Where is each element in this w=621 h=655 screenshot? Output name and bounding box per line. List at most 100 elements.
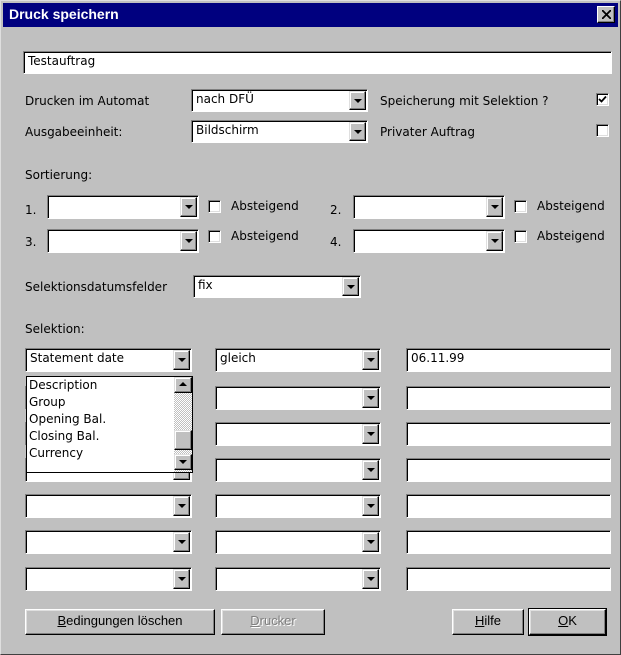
dropdown-arrow-icon[interactable] (342, 277, 359, 296)
selection-value-input[interactable] (406, 458, 611, 482)
speicherung-mit-selektion-checkbox[interactable] (596, 93, 609, 106)
selection-operator-select[interactable] (215, 567, 381, 591)
help-button[interactable]: Hilfe (452, 609, 524, 635)
close-icon (602, 10, 611, 19)
selection-operator-select[interactable] (215, 530, 381, 554)
dropdown-arrow-icon[interactable] (349, 122, 366, 141)
selection-operator-select[interactable]: gleich (215, 348, 381, 372)
selection-field-select[interactable] (25, 567, 192, 591)
sort-number-4: 4. (330, 235, 342, 249)
sortierung-label: Sortierung: (25, 168, 93, 182)
ausgabeeinheit-select[interactable]: Bildschirm (191, 120, 368, 143)
printer-accelerator: D (250, 613, 260, 628)
sort-field-2-value (353, 195, 505, 219)
dropdown-arrow-icon[interactable] (173, 496, 190, 516)
selection-field-value (25, 567, 192, 591)
ausgabeeinheit-label: Ausgabeeinheit: (25, 125, 123, 139)
dropdown-scrollbar[interactable] (174, 377, 192, 472)
dropdown-arrow-icon[interactable] (362, 350, 379, 370)
selection-value-input[interactable] (406, 494, 611, 518)
sort-4-descending-checkbox[interactable] (514, 230, 527, 243)
dropdown-arrow-icon[interactable] (362, 424, 379, 444)
dropdown-arrow-icon[interactable] (173, 532, 190, 552)
selection-value-input[interactable] (406, 422, 611, 446)
sort-1-descending-label: Absteigend (231, 199, 299, 213)
dropdown-arrow-icon[interactable] (180, 231, 197, 251)
selection-value-input[interactable]: 06.11.99 (406, 348, 611, 372)
selection-operator-value (215, 458, 381, 482)
scroll-thumb[interactable] (174, 430, 192, 450)
scroll-up-icon[interactable] (174, 377, 192, 393)
dropdown-arrow-icon[interactable] (362, 460, 379, 480)
dropdown-arrow-icon[interactable] (362, 532, 379, 552)
ok-button[interactable]: OK (528, 608, 607, 636)
clear-conditions-label: edingungen löschen (66, 613, 183, 628)
selection-field-select[interactable]: Statement date (25, 348, 192, 372)
sort-4-descending-label: Absteigend (537, 229, 605, 243)
sort-2-descending-label: Absteigend (537, 199, 605, 213)
selection-operator-select[interactable] (215, 458, 381, 482)
selection-field-select[interactable] (25, 494, 192, 518)
selection-operator-value: gleich (215, 348, 381, 372)
dropdown-option[interactable]: Group (27, 394, 171, 411)
dropdown-option[interactable]: Currency (27, 445, 171, 462)
selection-operator-value (215, 567, 381, 591)
scroll-down-icon[interactable] (174, 454, 192, 470)
help-label: ilfe (484, 613, 501, 628)
drucken-im-automat-select[interactable]: nach DFÜ (191, 89, 368, 112)
sort-2-descending-checkbox[interactable] (514, 200, 527, 213)
printer-label: rucker (259, 613, 296, 628)
sort-field-3-value (47, 229, 199, 253)
dropdown-arrow-icon[interactable] (486, 231, 503, 251)
sort-field-1-value (47, 195, 199, 219)
sort-field-3-select[interactable] (47, 229, 199, 253)
dialog-window: Druck speichern Testauftrag Drucken im A… (0, 0, 621, 655)
privater-auftrag-label: Privater Auftrag (380, 125, 476, 139)
dropdown-arrow-icon[interactable] (362, 496, 379, 516)
dropdown-arrow-icon[interactable] (362, 388, 379, 408)
job-name-input[interactable]: Testauftrag (23, 51, 612, 74)
selection-operator-select[interactable] (215, 386, 381, 410)
selection-operator-value (215, 386, 381, 410)
dropdown-option[interactable]: Closing Bal. (27, 428, 171, 445)
dropdown-arrow-icon[interactable] (173, 569, 190, 589)
selection-value-input[interactable] (406, 386, 611, 410)
privater-auftrag-checkbox[interactable] (596, 124, 609, 137)
ok-label: K (568, 613, 577, 628)
help-accelerator: H (474, 613, 485, 628)
dropdown-option[interactable]: Opening Bal. (27, 411, 171, 428)
selection-operator-select[interactable] (215, 494, 381, 518)
sort-field-2-select[interactable] (353, 195, 505, 219)
selection-field-value (25, 530, 192, 554)
sort-field-4-select[interactable] (353, 229, 505, 253)
ausgabeeinheit-value: Bildschirm (191, 120, 368, 143)
selection-value-input[interactable] (406, 530, 611, 554)
drucken-im-automat-label: Drucken im Automat (25, 94, 150, 108)
sort-field-4-value (353, 229, 505, 253)
sort-number-2: 2. (330, 203, 342, 217)
selection-field-value: Statement date (25, 348, 192, 372)
clear-conditions-accelerator: B (57, 613, 67, 628)
selektionsdatumsfelder-value: fix (193, 275, 361, 298)
printer-button[interactable]: Drucker (221, 609, 325, 635)
title-bar[interactable]: Druck speichern (3, 3, 618, 27)
selection-operator-select[interactable] (215, 422, 381, 446)
dropdown-arrow-icon[interactable] (349, 91, 366, 110)
selection-operator-value (215, 530, 381, 554)
selektionsdatumsfelder-select[interactable]: fix (193, 275, 361, 298)
sort-1-descending-checkbox[interactable] (208, 200, 221, 213)
close-button[interactable] (597, 6, 615, 23)
dropdown-arrow-icon[interactable] (362, 569, 379, 589)
selection-field-dropdown-list[interactable]: Description Group Opening Bal. Closing Bal.… (26, 376, 193, 473)
dropdown-option[interactable]: Description (27, 377, 171, 394)
sort-3-descending-checkbox[interactable] (208, 230, 221, 243)
selection-field-select[interactable] (25, 530, 192, 554)
dropdown-arrow-icon[interactable] (173, 350, 190, 370)
selection-operator-value (215, 494, 381, 518)
sort-number-1: 1. (25, 203, 37, 217)
clear-conditions-button[interactable]: Bedingungen löschen (25, 609, 215, 635)
dropdown-arrow-icon[interactable] (180, 197, 197, 217)
dropdown-arrow-icon[interactable] (486, 197, 503, 217)
selection-value-input[interactable] (406, 567, 611, 591)
sort-field-1-select[interactable] (47, 195, 199, 219)
